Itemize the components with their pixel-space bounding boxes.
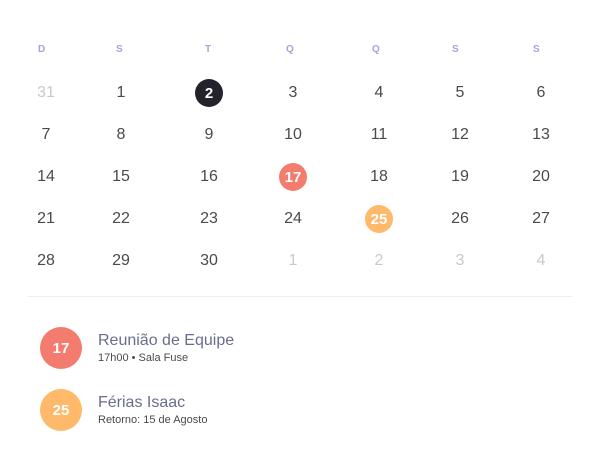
calendar-day[interactable]: 8: [106, 120, 136, 150]
calendar-day[interactable]: 22: [106, 204, 136, 234]
calendar-day[interactable]: 4: [364, 78, 394, 108]
calendar-day[interactable]: 5: [445, 78, 475, 108]
calendar-day[interactable]: 7: [31, 120, 61, 150]
calendar-day[interactable]: 11: [364, 120, 394, 150]
calendar-day[interactable]: 29: [106, 246, 136, 276]
calendar-day-outside-month[interactable]: 1: [278, 246, 308, 276]
event-item[interactable]: 25 Férias Isaac Retorno: 15 de Agosto: [40, 389, 560, 431]
event-detail: Retorno: 15 de Agosto: [98, 413, 208, 426]
calendar-day-event[interactable]: 25: [365, 205, 393, 233]
weekday-label: Q: [372, 44, 380, 55]
divider: [28, 296, 572, 297]
event-item[interactable]: 17 Reunião de Equipe 17h00 • Sala Fuse: [40, 327, 560, 369]
calendar-day-outside-month[interactable]: 31: [31, 78, 61, 108]
calendar-day[interactable]: 26: [445, 204, 475, 234]
weekday-label: D: [38, 44, 46, 55]
calendar-day[interactable]: 21: [31, 204, 61, 234]
calendar-day[interactable]: 12: [445, 120, 475, 150]
event-day-badge: 25: [40, 389, 82, 431]
calendar-day-event[interactable]: 17: [279, 163, 307, 191]
calendar-day-outside-month[interactable]: 2: [364, 246, 394, 276]
calendar-day-today[interactable]: 2: [195, 79, 223, 107]
event-detail: 17h00 • Sala Fuse: [98, 351, 189, 364]
calendar-day[interactable]: 1: [106, 78, 136, 108]
calendar-day[interactable]: 9: [194, 120, 224, 150]
calendar-day[interactable]: 19: [445, 162, 475, 192]
calendar-day-outside-month[interactable]: 4: [526, 246, 556, 276]
weekday-label: S: [116, 44, 123, 55]
weekday-label: S: [452, 44, 459, 55]
calendar-day[interactable]: 27: [526, 204, 556, 234]
calendar-day[interactable]: 16: [194, 162, 224, 192]
calendar-day[interactable]: 28: [31, 246, 61, 276]
event-title: Férias Isaac: [98, 393, 186, 411]
event-text: Férias Isaac Retorno: 15 de Agosto: [98, 394, 207, 427]
calendar-day[interactable]: 24: [278, 204, 308, 234]
weekday-label: S: [533, 44, 540, 55]
calendar-day[interactable]: 10: [278, 120, 308, 150]
calendar-day[interactable]: 13: [526, 120, 556, 150]
calendar-day[interactable]: 23: [194, 204, 224, 234]
calendar-day[interactable]: 20: [526, 162, 556, 192]
calendar-day[interactable]: 3: [278, 78, 308, 108]
calendar-day[interactable]: 30: [194, 246, 224, 276]
calendar-day[interactable]: 18: [364, 162, 394, 192]
calendar-day-outside-month[interactable]: 3: [445, 246, 475, 276]
weekday-label: Q: [286, 44, 294, 55]
event-title: Reunião de Equipe: [98, 331, 235, 349]
event-text: Reunião de Equipe 17h00 • Sala Fuse: [98, 332, 234, 365]
event-day-badge: 17: [40, 327, 82, 369]
weekday-label: T: [205, 44, 212, 55]
calendar-day[interactable]: 6: [526, 78, 556, 108]
calendar-day[interactable]: 15: [106, 162, 136, 192]
calendar-day[interactable]: 14: [31, 162, 61, 192]
